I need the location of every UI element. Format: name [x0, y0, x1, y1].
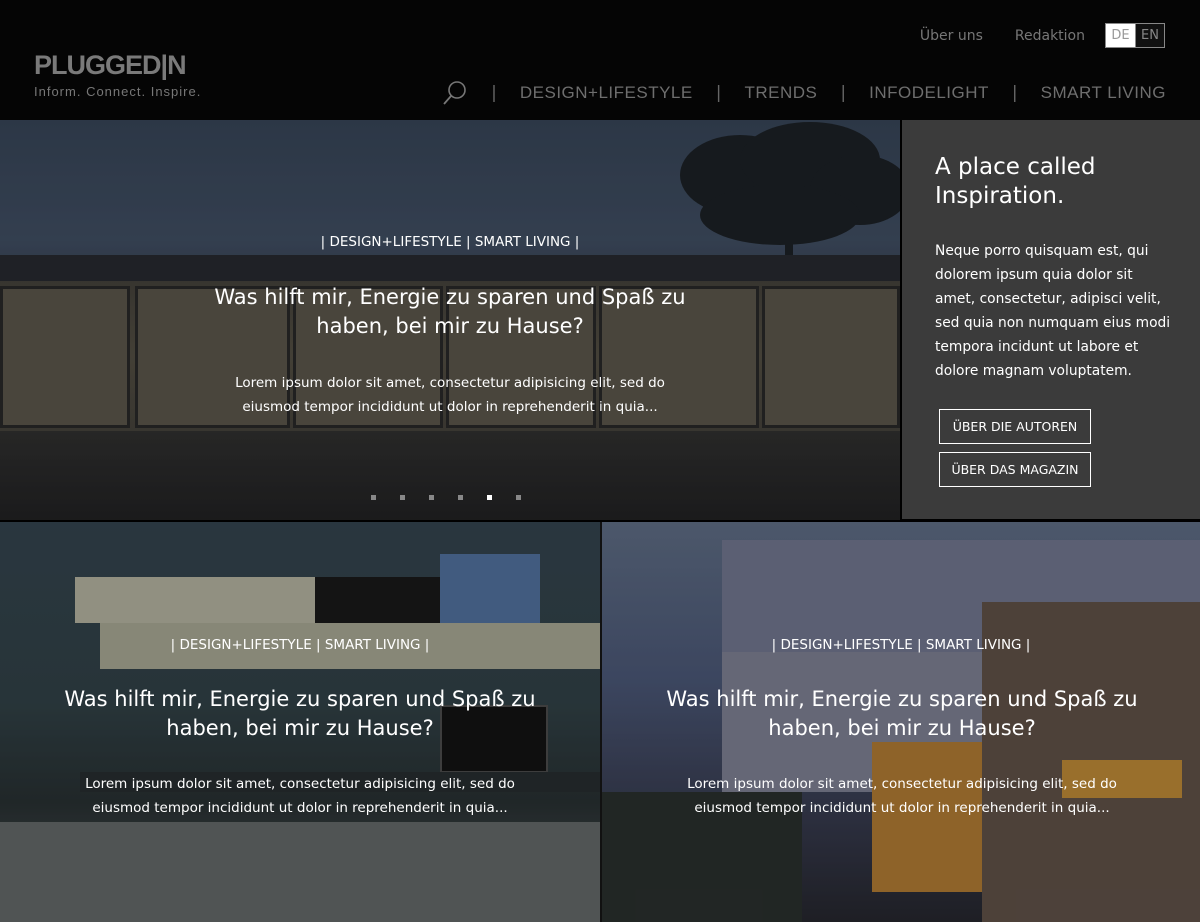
- article-card[interactable]: | DESIGN+LIFESTYLE | SMART LIVING | Was …: [602, 522, 1200, 922]
- card-categories[interactable]: | DESIGN+LIFESTYLE | SMART LIVING |: [602, 637, 1200, 653]
- lang-de-button[interactable]: DE: [1106, 24, 1135, 47]
- slider-dot[interactable]: [429, 495, 434, 500]
- top-navigation: Über uns Redaktion DE EN: [920, 23, 1165, 48]
- slider-dot[interactable]: [371, 495, 376, 500]
- card-title[interactable]: Was hilft mir, Energie zu sparen und Spa…: [50, 685, 550, 743]
- nav-separator: |: [1011, 83, 1018, 103]
- hero-title[interactable]: Was hilft mir, Energie zu sparen und Spa…: [200, 283, 700, 341]
- card-title[interactable]: Was hilft mir, Energie zu sparen und Spa…: [652, 685, 1152, 743]
- article-card[interactable]: | DESIGN+LIFESTYLE | SMART LIVING | Was …: [0, 522, 600, 922]
- slider-dots: [371, 495, 545, 500]
- nav-item-design-lifestyle[interactable]: DESIGN+LIFESTYLE: [520, 83, 693, 103]
- nav-separator: |: [715, 83, 722, 103]
- site-header: PLUGGED|N Inform. Connect. Inspire. Über…: [0, 0, 1200, 120]
- main-navigation: | DESIGN+LIFESTYLE | TRENDS | INFODELIGH…: [442, 80, 1166, 106]
- hero-slider[interactable]: | DESIGN+LIFESTYLE | SMART LIVING | Was …: [0, 120, 900, 520]
- hero-excerpt: Lorem ipsum dolor sit amet, consectetur …: [235, 375, 665, 415]
- intro-panel: A place called Inspiration. Neque porro …: [900, 120, 1200, 521]
- slider-dot-active[interactable]: [487, 495, 492, 500]
- site-tagline: Inform. Connect. Inspire.: [34, 84, 202, 99]
- card-categories[interactable]: | DESIGN+LIFESTYLE | SMART LIVING |: [0, 637, 600, 653]
- nav-separator: |: [840, 83, 847, 103]
- nav-item-trends[interactable]: TRENDS: [744, 83, 817, 103]
- nav-separator: |: [491, 83, 497, 103]
- intro-text: Neque porro quisquam est, qui dolorem ip…: [935, 243, 1171, 379]
- about-magazine-button[interactable]: ÜBER DAS MAGAZIN: [939, 452, 1091, 487]
- lang-en-button[interactable]: EN: [1135, 24, 1164, 47]
- nav-item-smart-living[interactable]: SMART LIVING: [1041, 83, 1166, 103]
- about-link[interactable]: Über uns: [920, 28, 983, 44]
- intro-heading: A place called Inspiration.: [935, 154, 1096, 209]
- slider-dot[interactable]: [458, 495, 463, 500]
- card-excerpt: Lorem ipsum dolor sit amet, consectetur …: [687, 776, 1117, 816]
- slider-dot[interactable]: [400, 495, 405, 500]
- hero-categories[interactable]: | DESIGN+LIFESTYLE | SMART LIVING |: [0, 234, 900, 250]
- nav-item-infodelight[interactable]: INFODELIGHT: [869, 83, 989, 103]
- site-logo[interactable]: PLUGGED|N: [34, 52, 187, 79]
- language-switch: DE EN: [1105, 23, 1165, 48]
- card-excerpt: Lorem ipsum dolor sit amet, consectetur …: [85, 776, 515, 816]
- search-icon[interactable]: [442, 80, 468, 106]
- about-authors-button[interactable]: ÜBER DIE AUTOREN: [939, 409, 1091, 444]
- redaktion-link[interactable]: Redaktion: [1015, 28, 1085, 44]
- slider-dot[interactable]: [516, 495, 521, 500]
